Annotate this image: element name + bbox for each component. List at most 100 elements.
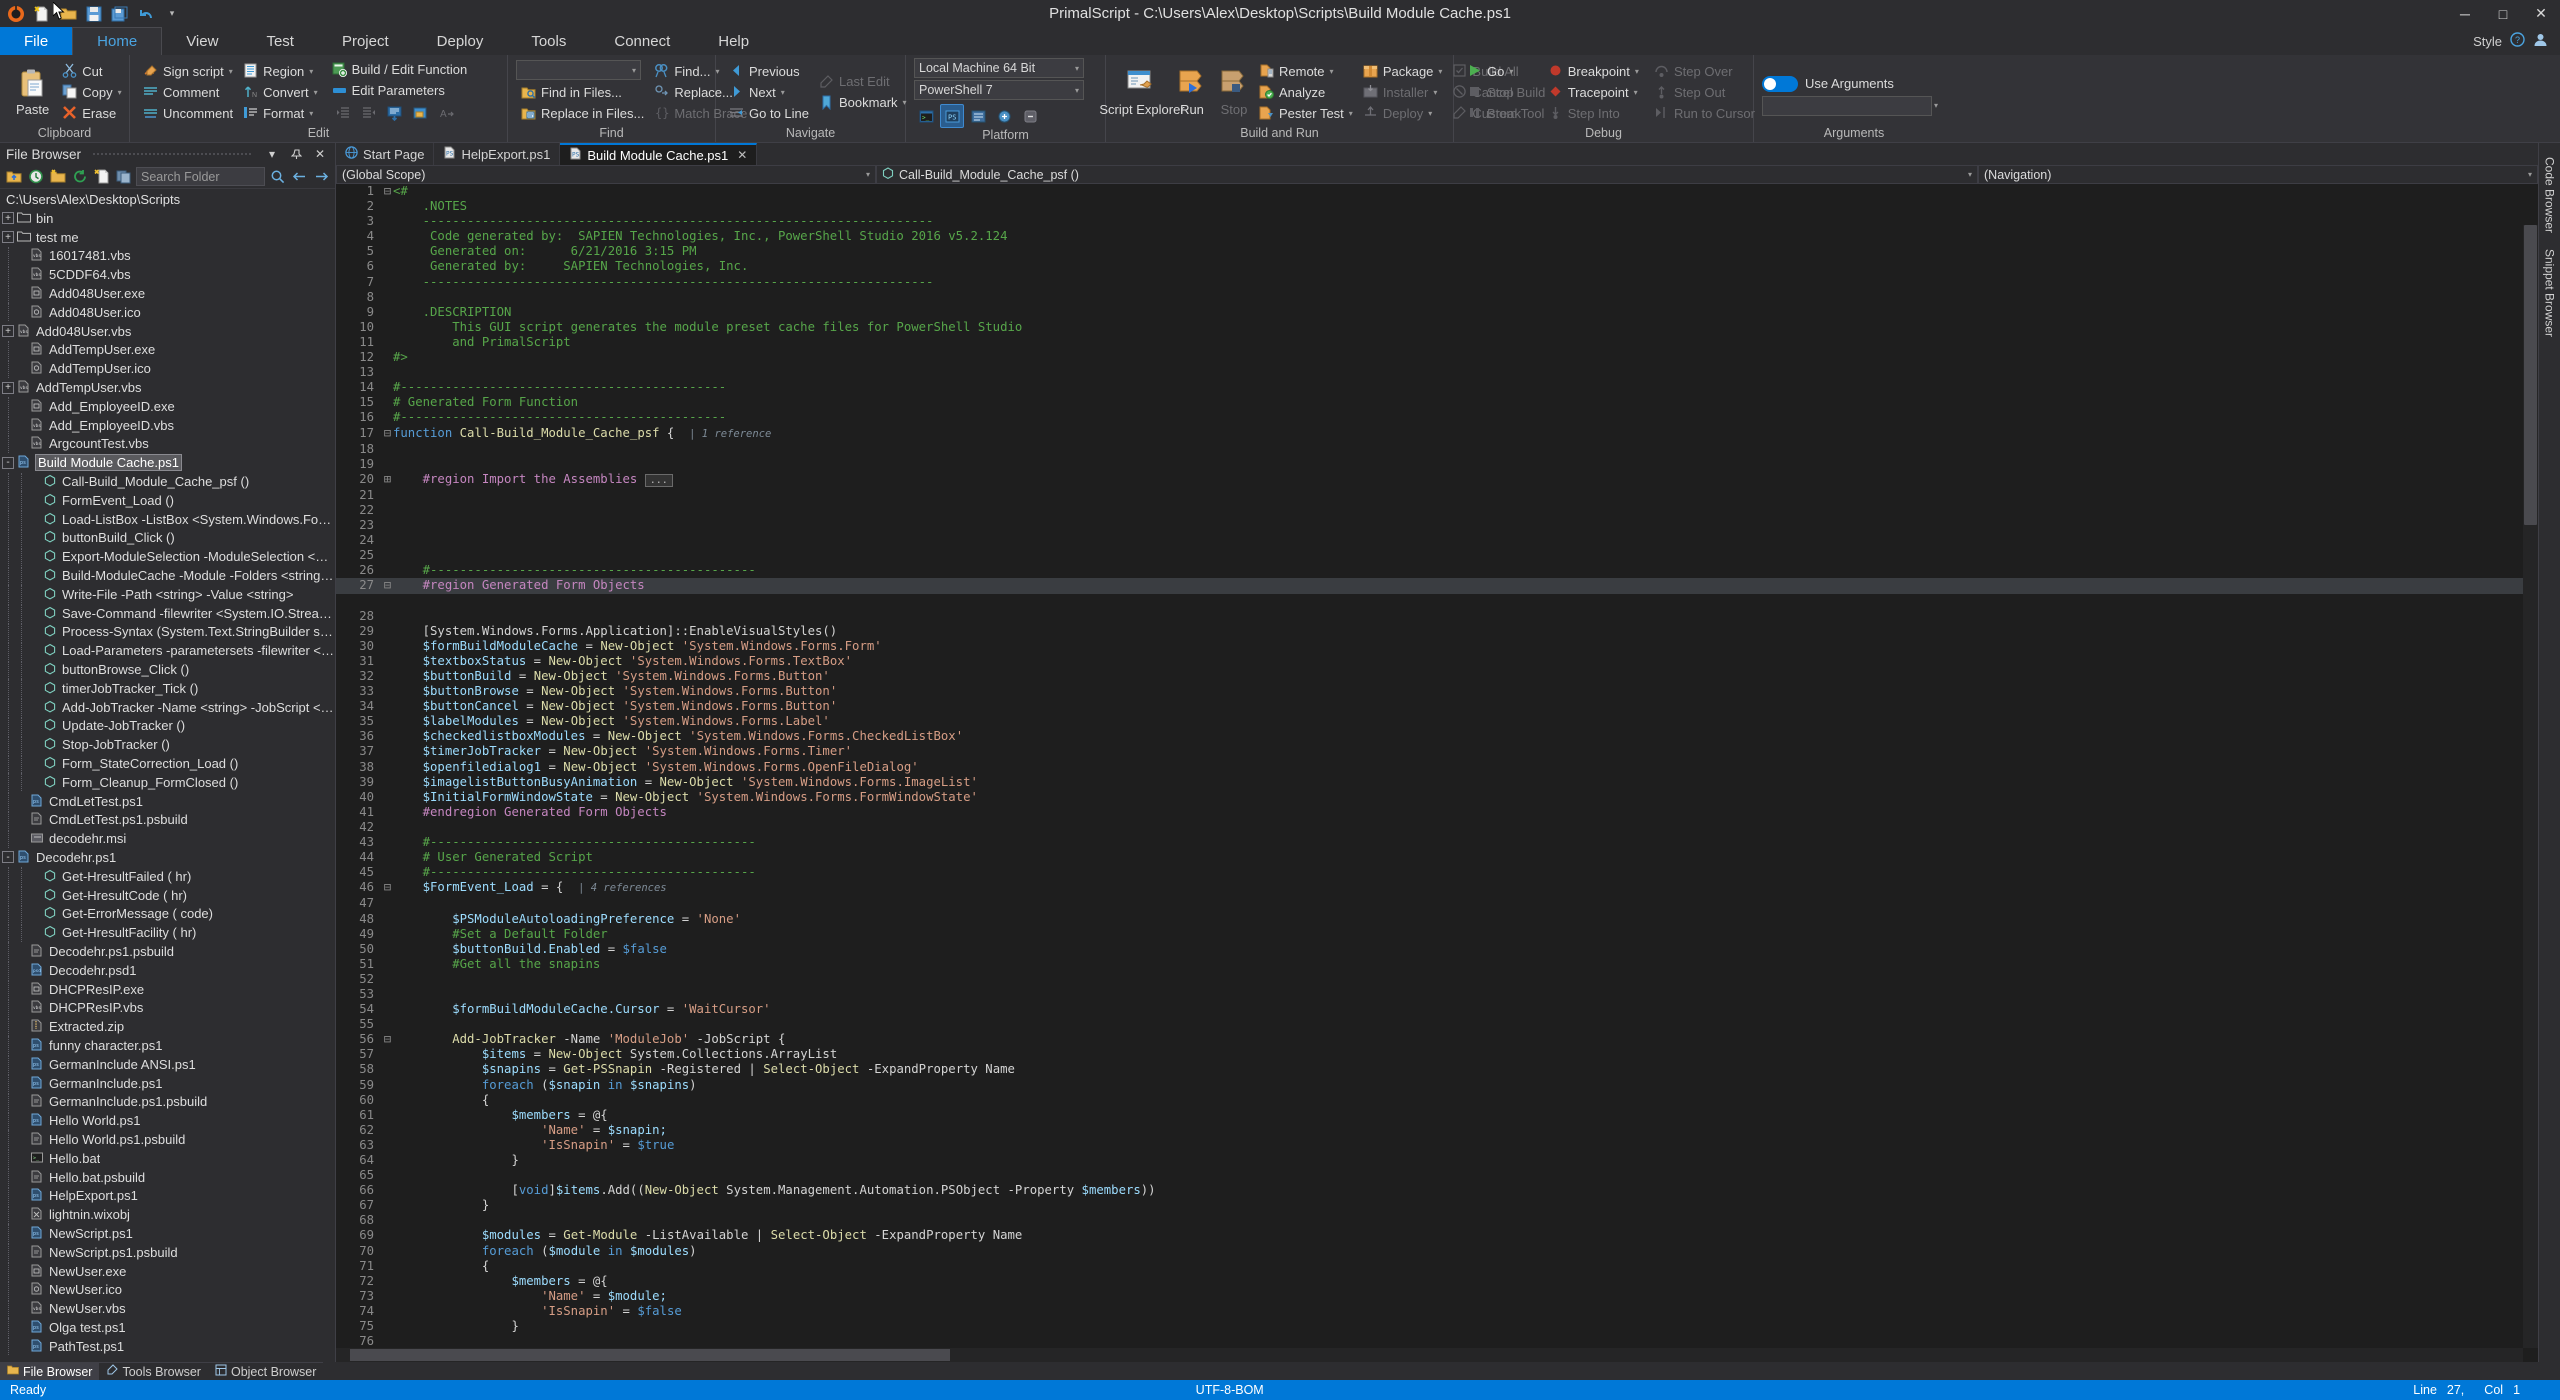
code-line[interactable]: 43 #------------------------------------… bbox=[336, 835, 756, 849]
file-tree-item[interactable]: Hello.bat.psbuild bbox=[0, 1168, 335, 1187]
file-tree-item[interactable]: Get-HresultFacility ( hr) bbox=[0, 923, 335, 942]
file-tree-item[interactable]: Add-JobTracker -Name <string> -JobScript… bbox=[0, 698, 335, 717]
file-tree-item[interactable]: Add_EmployeeID.exe bbox=[0, 397, 335, 416]
panel-tab-file-browser[interactable]: File Browser bbox=[0, 1362, 100, 1380]
search-icon[interactable] bbox=[267, 167, 287, 187]
region-button[interactable]: Region ▾ bbox=[238, 61, 323, 82]
file-tree-item[interactable]: vbs Add_EmployeeID.vbs bbox=[0, 416, 335, 435]
file-tree-item[interactable]: Load-ListBox -ListBox <System.Windows.Fo… bbox=[0, 510, 335, 529]
platform-combo[interactable]: Local Machine 64 Bit ▾ bbox=[914, 58, 1084, 78]
doc-tab-start-page[interactable]: Start Page bbox=[336, 143, 435, 165]
chevron-down-icon[interactable]: ▾ bbox=[1438, 67, 1442, 76]
file-tree-item[interactable]: ps PathTest.ps1 bbox=[0, 1337, 335, 1356]
code-line[interactable]: 63 'IsSnapin' = $true bbox=[336, 1138, 674, 1152]
cut-button[interactable]: Cut bbox=[57, 61, 126, 82]
collapsed-region-marker[interactable]: ... bbox=[644, 473, 673, 487]
file-tree-item[interactable]: Extracted.zip bbox=[0, 1017, 335, 1036]
file-tree-item[interactable]: ps Hello World.ps1 bbox=[0, 1111, 335, 1130]
code-line[interactable]: 50 $buttonBuild.Enabled = $false bbox=[336, 942, 667, 956]
file-tree-item[interactable]: Stop-JobTracker () bbox=[0, 735, 335, 754]
chevron-down-icon[interactable]: ▾ bbox=[781, 88, 785, 97]
code-line[interactable]: 19 bbox=[336, 457, 423, 471]
code-line[interactable]: 16 #-------------------------------------… bbox=[336, 410, 726, 424]
code-line[interactable]: 28 bbox=[336, 609, 423, 623]
insert-object-icon[interactable] bbox=[409, 101, 433, 125]
code-text[interactable]: 1 ⊟ <# 2 .NOTES 3 ------------------------… bbox=[336, 184, 2538, 1362]
step-into-button[interactable]: Step Into bbox=[1543, 103, 1649, 124]
platform-b-icon[interactable]: PS bbox=[940, 104, 964, 128]
code-line[interactable]: 21 bbox=[336, 488, 393, 502]
ribbon-tab-test[interactable]: Test bbox=[242, 27, 318, 55]
chevron-down-icon[interactable]: ▾ bbox=[1349, 109, 1353, 118]
file-tree-item[interactable]: Form_Cleanup_FormClosed () bbox=[0, 773, 335, 792]
file-tree-item[interactable]: vbs 16017481.vbs bbox=[0, 246, 335, 266]
deploy-button[interactable]: Deploy ▾ bbox=[1358, 103, 1448, 124]
chevron-down-icon[interactable]: ▾ bbox=[1934, 101, 1938, 110]
ribbon-tab-deploy[interactable]: Deploy bbox=[413, 27, 508, 55]
chevron-down-icon[interactable]: ▾ bbox=[632, 66, 636, 75]
file-tree-item[interactable]: ps HelpExport.ps1 bbox=[0, 1186, 335, 1205]
close-button[interactable]: ✕ bbox=[2522, 0, 2560, 27]
code-line[interactable]: 32 $buttonBuild = New-Object 'System.Win… bbox=[336, 669, 830, 683]
file-tree-item[interactable]: Get-HresultFailed ( hr) bbox=[0, 867, 335, 886]
analyze-button[interactable]: Analyze bbox=[1254, 82, 1358, 103]
chevron-down-icon[interactable]: ▾ bbox=[1635, 67, 1639, 76]
code-line[interactable]: 26 #------------------------------------… bbox=[336, 563, 756, 577]
file-tree-item[interactable]: vbs DHCPResIP.vbs bbox=[0, 998, 335, 1017]
code-line[interactable]: 31 $textboxStatus = New-Object 'System.W… bbox=[336, 654, 852, 668]
sign-script-button[interactable]: Sign script ▾ bbox=[138, 61, 238, 82]
code-line[interactable]: 66 [void]$items.Add((New-Object System.M… bbox=[336, 1183, 1155, 1197]
ribbon-tab-view[interactable]: View bbox=[162, 27, 242, 55]
help-circle-icon[interactable]: ? bbox=[2510, 31, 2525, 51]
code-line[interactable]: 42 bbox=[336, 820, 423, 834]
code-line[interactable]: 27 ⊟ #region Generated Form Objects bbox=[336, 578, 2538, 594]
outdent-icon[interactable] bbox=[357, 101, 381, 125]
file-tree-item[interactable]: GermanInclude.ps1.psbuild bbox=[0, 1092, 335, 1111]
file-tree-item[interactable]: NewUser.exe bbox=[0, 1262, 335, 1281]
code-scroll-region[interactable]: 1 ⊟ <# 2 .NOTES 3 ------------------------… bbox=[336, 184, 2538, 1362]
file-tree-item[interactable]: decodehr.msi bbox=[0, 829, 335, 848]
find-in-files-button[interactable]: Find in Files... bbox=[516, 82, 649, 103]
code-line[interactable]: 45 #------------------------------------… bbox=[336, 865, 756, 879]
code-line[interactable]: 75 } bbox=[336, 1319, 519, 1333]
run-button[interactable]: Run bbox=[1170, 59, 1214, 125]
code-line[interactable]: 5 Generated on: 6/21/2016 3:15 PM bbox=[336, 244, 697, 258]
code-line[interactable]: 69 $modules = Get-Module -ListAvailable … bbox=[336, 1228, 1022, 1242]
undo-icon[interactable] bbox=[136, 4, 156, 24]
file-tree-item[interactable]: lightnin.wixobj bbox=[0, 1205, 335, 1224]
code-line[interactable]: 56 ⊟ Add-JobTracker -Name 'ModuleJob' -Jo… bbox=[336, 1032, 785, 1046]
close-icon[interactable]: ✕ bbox=[737, 148, 747, 162]
erase-button[interactable]: Erase bbox=[57, 103, 126, 124]
code-line[interactable]: 37 $timerJobTracker = New-Object 'System… bbox=[336, 744, 852, 758]
user-account-icon[interactable] bbox=[2533, 32, 2548, 51]
pin-icon[interactable] bbox=[287, 145, 305, 163]
step-out-button[interactable]: Step Out bbox=[1649, 82, 1745, 103]
code-line[interactable]: 47 bbox=[336, 896, 393, 910]
format-button[interactable]: Format ▾ bbox=[238, 103, 323, 124]
file-tree-item[interactable]: buttonBuild_Click () bbox=[0, 528, 335, 548]
code-line[interactable]: 9 .DESCRIPTION bbox=[336, 305, 512, 319]
replace-in-files-button[interactable]: Replace in Files... bbox=[516, 103, 649, 124]
code-line[interactable]: 18 bbox=[336, 442, 393, 456]
code-line[interactable]: 30 $formBuildModuleCache = New-Object 'S… bbox=[336, 639, 881, 653]
platform-a-icon[interactable]: >_ bbox=[914, 104, 938, 128]
doc-tab-build-module-cache[interactable]: PS Build Module Cache.ps1 ✕ bbox=[560, 143, 758, 165]
recent-folders-icon[interactable] bbox=[26, 167, 46, 187]
file-tree-item[interactable]: Hello World.ps1.psbuild bbox=[0, 1130, 335, 1149]
fold-marker[interactable]: ⊟ bbox=[382, 184, 393, 199]
code-line[interactable]: 14 #-------------------------------------… bbox=[336, 380, 726, 394]
open-folder-icon[interactable] bbox=[58, 4, 78, 24]
copy-button[interactable]: Copy ▾ bbox=[57, 82, 126, 103]
vtab-code-browser[interactable]: Code Browser bbox=[2540, 149, 2560, 241]
file-tree-item[interactable]: + vbs AddTempUser.vbs bbox=[0, 378, 335, 397]
new-file-icon[interactable] bbox=[32, 4, 52, 24]
chevron-down-icon[interactable]: ▾ bbox=[1075, 86, 1079, 95]
file-tree-item[interactable]: >_ Hello.bat bbox=[0, 1149, 335, 1168]
file-tree-item[interactable]: Decodehr.ps1.psbuild bbox=[0, 942, 335, 961]
ribbon-tab-tools[interactable]: Tools bbox=[507, 27, 590, 55]
file-tree-item-selected[interactable]: - ps Build Module Cache.ps1 bbox=[0, 453, 335, 472]
file-tree-item[interactable]: Form_StateCorrection_Load () bbox=[0, 754, 335, 773]
panel-tab-tools-browser[interactable]: Tools Browser bbox=[99, 1362, 208, 1380]
chevron-down-icon[interactable]: ▾ bbox=[2528, 170, 2532, 179]
platform-d-icon[interactable] bbox=[992, 104, 1016, 128]
